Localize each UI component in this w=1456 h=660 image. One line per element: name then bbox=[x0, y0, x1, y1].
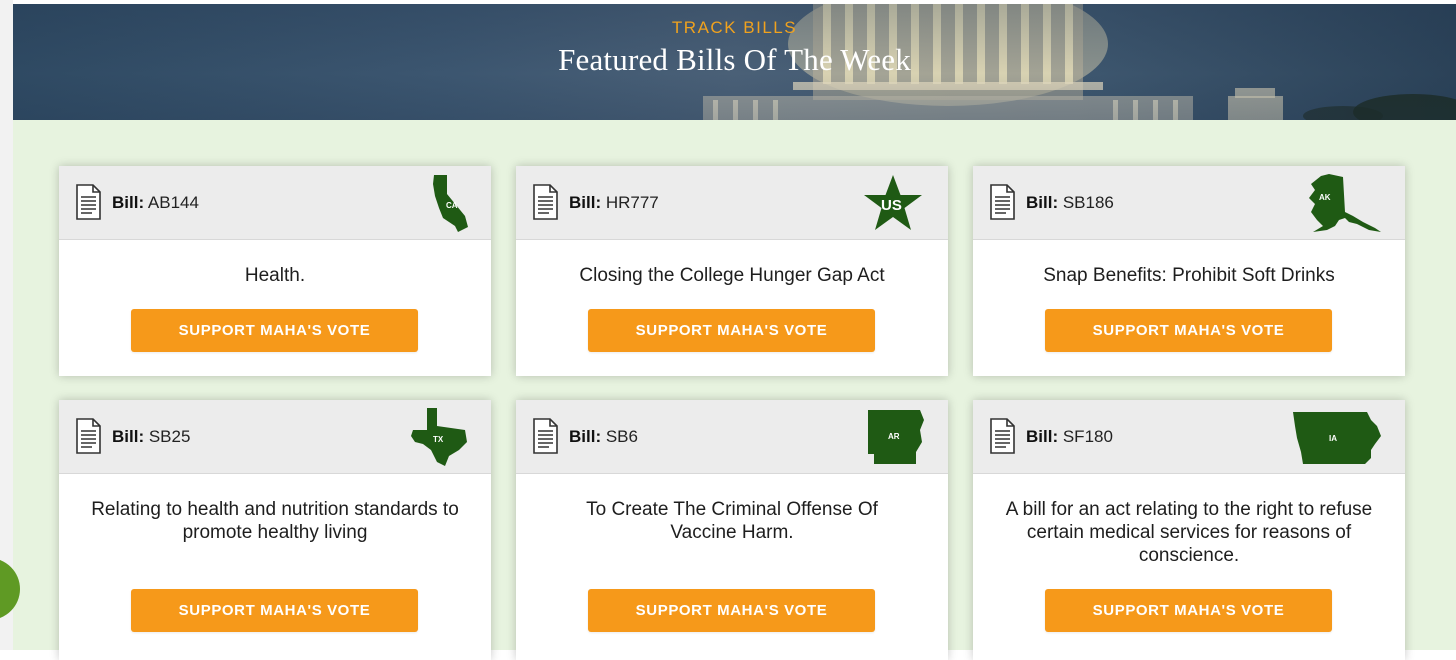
document-icon bbox=[76, 418, 101, 454]
hero-banner: TRACK BILLS Featured Bills Of The Week bbox=[13, 4, 1456, 120]
support-vote-button[interactable]: SUPPORT MAHA'S VOTE bbox=[131, 589, 418, 632]
state-code: TX bbox=[433, 435, 444, 444]
bill-card: Bill: AB144 CA Health. SUPPORT MAHA'S VO… bbox=[59, 166, 491, 376]
document-icon bbox=[533, 184, 558, 220]
bill-card: Bill: HR777 US Closing the College Hunge… bbox=[516, 166, 948, 376]
iowa-map-icon: IA bbox=[1293, 412, 1381, 464]
support-vote-button[interactable]: SUPPORT MAHA'S VOTE bbox=[1045, 589, 1332, 632]
support-vote-button[interactable]: SUPPORT MAHA'S VOTE bbox=[1045, 309, 1332, 352]
bill-title: Relating to health and nutrition standar… bbox=[91, 499, 459, 543]
document-icon bbox=[533, 418, 558, 454]
page-title: Featured Bills Of The Week bbox=[558, 42, 911, 77]
bill-label: Bill: bbox=[569, 427, 602, 446]
state-code: US bbox=[881, 197, 902, 214]
bill-number: Bill: AB144 bbox=[112, 193, 199, 213]
bill-title: Closing the College Hunger Gap Act bbox=[579, 265, 885, 286]
state-code: IA bbox=[1329, 434, 1337, 443]
bill-number-value: SB25 bbox=[148, 427, 191, 446]
bill-card-header: Bill: SB6 AR bbox=[516, 400, 948, 474]
bill-card: Bill: SB25 TX Relating to health and nut… bbox=[59, 400, 491, 660]
bill-label: Bill: bbox=[112, 427, 145, 446]
state-code: CA bbox=[446, 201, 458, 210]
support-vote-button[interactable]: SUPPORT MAHA'S VOTE bbox=[588, 589, 875, 632]
bill-card-header: Bill: SF180 IA bbox=[973, 400, 1405, 474]
support-vote-button[interactable]: SUPPORT MAHA'S VOTE bbox=[588, 309, 875, 352]
bill-title: Health. bbox=[244, 265, 306, 286]
bill-card-header: Bill: SB25 TX bbox=[59, 400, 491, 474]
bill-number: Bill: SB25 bbox=[112, 427, 190, 447]
bill-card-header: Bill: SB186 AK bbox=[973, 166, 1405, 240]
bill-card-header: Bill: HR777 US bbox=[516, 166, 948, 240]
document-icon bbox=[76, 184, 101, 220]
bill-card: Bill: SF180 IA A bill for an act relatin… bbox=[973, 400, 1405, 660]
state-code: AK bbox=[1319, 193, 1331, 202]
alaska-map-icon: AK bbox=[1309, 174, 1381, 232]
document-icon bbox=[990, 418, 1015, 454]
bill-card: Bill: SB186 AK Snap Benefits: Prohibit S… bbox=[973, 166, 1405, 376]
bill-number: Bill: SF180 bbox=[1026, 427, 1113, 447]
bill-number: Bill: SB6 bbox=[569, 427, 638, 447]
bill-card-header: Bill: AB144 CA bbox=[59, 166, 491, 240]
bill-title: A bill for an act relating to the right … bbox=[1005, 499, 1373, 566]
bill-number-value: SF180 bbox=[1062, 427, 1113, 446]
bill-number-value: SB6 bbox=[605, 427, 638, 446]
bill-number-value: SB186 bbox=[1062, 193, 1114, 212]
bill-label: Bill: bbox=[1026, 427, 1059, 446]
left-edge bbox=[0, 0, 13, 650]
document-icon bbox=[990, 184, 1015, 220]
bill-title: Snap Benefits: Prohibit Soft Drinks bbox=[1043, 265, 1335, 286]
bill-label: Bill: bbox=[569, 193, 602, 212]
bill-number: Bill: HR777 bbox=[569, 193, 659, 213]
bill-number-value: HR777 bbox=[605, 193, 659, 212]
bill-number-value: AB144 bbox=[147, 193, 199, 212]
bill-card: Bill: SB6 AR To Create The Criminal Offe… bbox=[516, 400, 948, 660]
bill-title: To Create The Criminal Offense Of Vaccin… bbox=[586, 499, 878, 543]
bill-label: Bill: bbox=[112, 193, 145, 212]
bill-number: Bill: SB186 bbox=[1026, 193, 1114, 213]
support-vote-button[interactable]: SUPPORT MAHA'S VOTE bbox=[131, 309, 418, 352]
track-bills-eyebrow: TRACK BILLS bbox=[671, 18, 798, 37]
state-code: AR bbox=[888, 432, 900, 441]
star-icon: US bbox=[864, 175, 922, 230]
texas-map-icon: TX bbox=[411, 408, 467, 466]
arkansas-map-icon: AR bbox=[868, 410, 924, 464]
california-map-icon: CA bbox=[433, 175, 468, 232]
bill-label: Bill: bbox=[1026, 193, 1059, 212]
